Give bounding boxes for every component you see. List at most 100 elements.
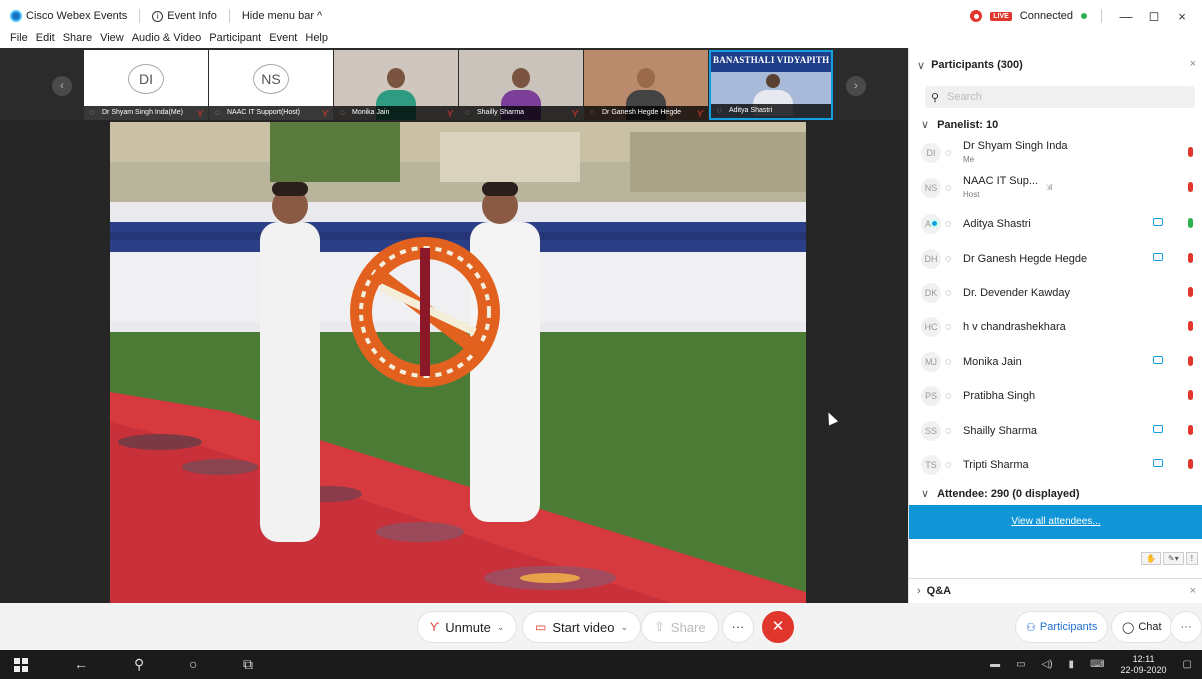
task-view-icon[interactable]: ⧉	[243, 656, 253, 673]
mic-muted-icon[interactable]	[1188, 147, 1193, 157]
mic-muted-icon[interactable]	[1188, 459, 1193, 469]
participant-row[interactable]: DH ◌ Dr Ganesh Hegde Hegde	[921, 242, 1199, 276]
participant-row[interactable]: PS ◌ Pratibha Singh	[921, 379, 1199, 413]
webex-logo-icon	[10, 10, 22, 22]
share-button[interactable]: ⇧ Share	[641, 611, 719, 643]
clock-time: 12:11	[1132, 653, 1155, 664]
close-icon[interactable]: ×	[1190, 585, 1196, 597]
menu-edit[interactable]: Edit	[36, 32, 55, 48]
window-close-button[interactable]: ×	[1172, 9, 1192, 24]
strip-next-button[interactable]: ›	[846, 76, 866, 96]
participant-name-block: Dr Shyam Singh Inda Me	[963, 140, 1068, 166]
camera-icon[interactable]	[1153, 356, 1163, 364]
volume-icon[interactable]: ◁)	[1042, 659, 1053, 670]
search-input[interactable]: ⚲ Search	[925, 86, 1195, 108]
qa-title: Q&A	[926, 585, 952, 597]
hide-menu-label: Hide menu bar ^	[241, 10, 323, 22]
chevron-down-icon[interactable]: ⌄	[621, 622, 629, 633]
menu-event[interactable]: Event	[269, 32, 297, 48]
mic-muted-icon[interactable]	[1188, 182, 1193, 192]
video-stage: ‹ DI Dr Shyam Singh Inda(Me) ϒ NS NAAC I…	[0, 48, 908, 603]
thumbnail-monika-jain[interactable]: Monika Jain ϒ	[334, 50, 458, 120]
participant-row[interactable]: TS ◌ Tripti Sharma	[921, 448, 1199, 482]
qa-section-header[interactable]: › Q&A ×	[909, 578, 1202, 603]
participant-name: NAAC IT Sup...	[963, 175, 1038, 187]
menu-share[interactable]: Share	[63, 32, 92, 48]
alert-icon[interactable]: !	[1185, 552, 1198, 565]
event-info-button[interactable]: i Event Info	[152, 10, 217, 22]
more-options-button[interactable]: ···	[722, 611, 754, 643]
panelist-group-header[interactable]: ∨ Panelist: 10	[921, 118, 998, 132]
battery-icon[interactable]: ▬	[990, 659, 1000, 670]
camera-icon[interactable]	[1153, 253, 1163, 261]
strip-prev-button[interactable]: ‹	[52, 76, 72, 96]
unmute-button[interactable]: ϒ Unmute ⌄	[417, 611, 518, 643]
thumbnail-dr-shyam-singh-inda[interactable]: DI Dr Shyam Singh Inda(Me) ϒ	[84, 50, 208, 120]
mic-tray-icon[interactable]: ▮	[1069, 659, 1075, 670]
mic-muted-icon[interactable]	[1188, 287, 1193, 297]
avatar: DK	[921, 283, 941, 303]
mic-muted-icon[interactable]	[1188, 425, 1193, 435]
share-label: Share	[670, 619, 706, 635]
minimize-button[interactable]: —	[1116, 9, 1136, 24]
participant-row[interactable]: MJ ◌ Monika Jain	[921, 345, 1199, 379]
participant-row[interactable]: DI ◌ Dr Shyam Singh Inda Me	[921, 136, 1199, 170]
close-icon[interactable]: ×	[1190, 58, 1196, 70]
cortana-icon[interactable]: ○	[189, 656, 197, 672]
participant-row[interactable]: SS ◌ Shailly Sharma	[921, 414, 1199, 448]
camera-icon[interactable]	[1153, 218, 1163, 226]
mic-muted-icon[interactable]	[1188, 390, 1193, 400]
participant-row[interactable]: HC ◌ h v chandrashekhara	[921, 310, 1199, 344]
participant-row[interactable]: AS ◌ Aditya Shastri	[921, 207, 1199, 241]
participant-row[interactable]: NS ◌ NAAC IT Sup... Host ⫶ıl	[921, 171, 1199, 205]
avatar: HC	[921, 317, 941, 337]
restore-button[interactable]: ◻	[1144, 8, 1164, 24]
search-icon[interactable]: ⚲	[134, 656, 144, 673]
leave-button[interactable]: ✕	[762, 611, 794, 643]
notifications-icon[interactable]: ▢	[1183, 659, 1192, 670]
view-all-attendees-link[interactable]: View all attendees...	[909, 505, 1202, 539]
camera-icon[interactable]	[1153, 425, 1163, 433]
participant-name: Monika Jain	[963, 355, 1022, 368]
clock[interactable]: 12:11 22-09-2020	[1121, 654, 1167, 676]
thumbnail-naac-it-support[interactable]: NS NAAC IT Support(Host) ϒ	[209, 50, 333, 120]
menu-view[interactable]: View	[100, 32, 124, 48]
thumbnail-dr-ganesh-hegde[interactable]: Dr Ganesh Hegde Hegde ϒ	[584, 50, 708, 120]
hand-raise-icon[interactable]: ✋	[1141, 552, 1162, 565]
participant-role: Me	[963, 155, 975, 164]
start-video-button[interactable]: ▭ Start video ⌄	[522, 611, 642, 643]
camera-icon[interactable]	[1153, 459, 1163, 467]
menu-participant[interactable]: Participant	[209, 32, 261, 48]
participants-header[interactable]: ∨ Participants (300)	[909, 48, 1202, 82]
mouse-cursor-icon	[823, 410, 839, 426]
connection-status[interactable]: Connected	[1020, 10, 1073, 22]
mic-muted-icon[interactable]	[1188, 356, 1193, 366]
participants-button[interactable]: ⚇ Participants	[1015, 611, 1109, 643]
mic-muted-icon: ϒ	[322, 109, 329, 119]
thumbnail-label: Dr Shyam Singh Inda(Me)	[84, 106, 208, 120]
mic-on-icon[interactable]	[1188, 218, 1193, 228]
mic-muted-icon[interactable]	[1188, 253, 1193, 263]
back-arrow-icon[interactable]: ←	[74, 656, 88, 672]
mic-muted-icon[interactable]	[1188, 321, 1193, 331]
chevron-down-icon[interactable]: ⌄	[497, 622, 505, 633]
headphones-icon: ◌	[945, 390, 952, 402]
participant-row[interactable]: DK ◌ Dr. Devender Kawday	[921, 276, 1199, 310]
chat-button[interactable]: ◯ Chat	[1111, 611, 1173, 643]
attendee-group-header[interactable]: ∨ Attendee: 290 (0 displayed)	[921, 487, 1080, 501]
keyboard-icon[interactable]: ⌨	[1090, 659, 1104, 670]
participant-name: Tripti Sharma	[963, 458, 1029, 471]
menu-help[interactable]: Help	[305, 32, 328, 48]
network-icon[interactable]: ▭	[1016, 659, 1025, 670]
annotate-icon[interactable]: ✎▾	[1163, 552, 1184, 565]
headphones-icon: ◌	[945, 425, 952, 437]
menu-bar: File Edit Share View Audio & Video Parti…	[0, 32, 328, 48]
windows-start-icon[interactable]	[14, 658, 28, 672]
mic-muted-icon: ϒ	[447, 109, 454, 119]
hide-menu-bar-button[interactable]: Hide menu bar ^	[242, 10, 322, 22]
thumbnail-shailly-sharma[interactable]: Shailly Sharma ϒ	[459, 50, 583, 120]
panel-more-button[interactable]: ···	[1170, 611, 1202, 643]
menu-audio-video[interactable]: Audio & Video	[132, 32, 202, 48]
thumbnail-aditya-shastri[interactable]: BANASTHALI VIDYAPITH Aditya Shastri	[709, 50, 833, 120]
menu-file[interactable]: File	[10, 32, 28, 48]
